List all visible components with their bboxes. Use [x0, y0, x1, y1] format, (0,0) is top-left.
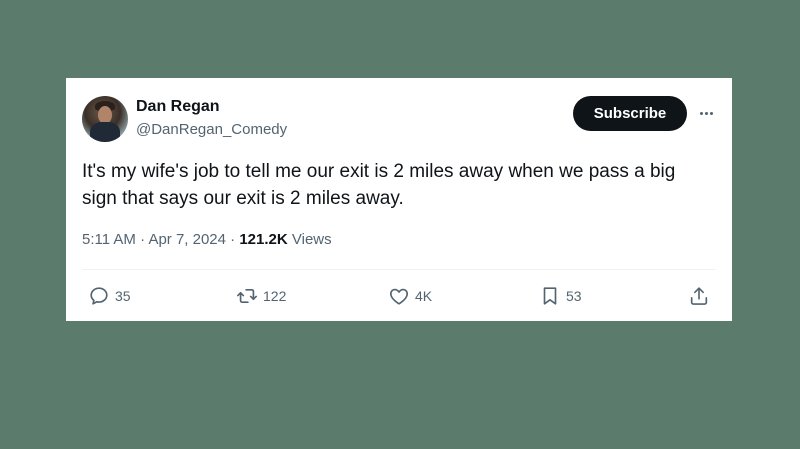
like-button[interactable]: 4K — [388, 285, 432, 307]
divider — [82, 269, 716, 270]
subscribe-button[interactable]: Subscribe — [573, 96, 687, 131]
tweet-text-line-1: It's my wife's job to tell me our exit i… — [82, 161, 676, 182]
tweet-date[interactable]: Apr 7, 2024 — [148, 231, 226, 248]
heart-icon — [389, 288, 409, 305]
bookmark-count: 53 — [566, 288, 582, 304]
tweet-text: It's my wife's job to tell me our exit i… — [82, 158, 712, 212]
share-button[interactable] — [688, 285, 710, 307]
more-options-icon[interactable] — [694, 103, 718, 123]
tweet-meta: 5:11 AM · Apr 7, 2024 · 121.2K Views — [82, 231, 332, 248]
views-count[interactable]: 121.2K — [239, 231, 287, 248]
bookmark-button[interactable]: 53 — [539, 285, 582, 307]
meta-separator: · — [135, 231, 149, 248]
author-handle[interactable]: @DanRegan_Comedy — [136, 121, 287, 138]
retweet-button[interactable]: 122 — [236, 285, 286, 307]
tweet-text-line-2: sign that says our exit is 2 miles away. — [82, 188, 404, 209]
author-name[interactable]: Dan Regan — [136, 98, 220, 116]
bookmark-icon — [543, 287, 557, 305]
reply-button[interactable]: 35 — [88, 285, 131, 307]
like-count: 4K — [415, 288, 433, 304]
tweet-card: Dan Regan @DanRegan_Comedy Subscribe It'… — [66, 78, 732, 321]
reply-icon — [90, 287, 108, 305]
views-label[interactable]: Views — [292, 231, 332, 248]
share-icon — [690, 287, 708, 305]
avatar[interactable] — [82, 96, 128, 142]
retweet-icon — [237, 288, 257, 304]
retweet-count: 122 — [263, 288, 287, 304]
tweet-time[interactable]: 5:11 AM — [82, 231, 136, 248]
meta-separator: · — [226, 231, 240, 248]
reply-count: 35 — [115, 288, 131, 304]
